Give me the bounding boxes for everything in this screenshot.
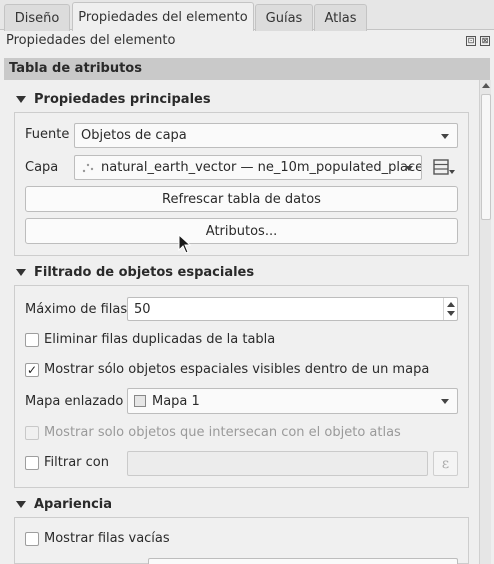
collapse-arrow-icon: [16, 268, 26, 276]
appearance-partial-field[interactable]: [148, 558, 458, 564]
tab-propiedades-elemento[interactable]: Propiedades del elemento: [72, 2, 254, 31]
linked-map-select[interactable]: Mapa 1: [127, 388, 458, 414]
filter-expression-field[interactable]: [127, 451, 428, 476]
show-visible-checkbox[interactable]: ✓: [25, 363, 39, 377]
group-title: Filtrado de objetos espaciales: [34, 264, 255, 280]
tab-label: Propiedades del elemento: [78, 9, 248, 25]
max-rows-value: 50: [134, 302, 151, 317]
map-item-icon: [134, 395, 146, 407]
layer-options-icon[interactable]: [430, 156, 458, 180]
linked-map-value: Mapa 1: [152, 393, 200, 409]
layer-select[interactable]: natural_earth_vector — ne_10m_populated_…: [74, 155, 422, 180]
tab-atlas[interactable]: Atlas: [314, 4, 367, 31]
max-rows-spinbox[interactable]: 50: [127, 297, 458, 321]
intersect-atlas-label: Mostrar solo objetos que intersecan con …: [44, 425, 401, 440]
dock-title: Propiedades del elemento: [6, 33, 176, 48]
remove-duplicates-label: Eliminar filas duplicadas de la tabla: [44, 332, 276, 347]
source-value: Objetos de capa: [81, 128, 187, 143]
layer-label: Capa: [25, 160, 59, 175]
checkmark-icon: ✓: [26, 363, 38, 377]
group-main-properties-header[interactable]: Propiedades principales: [14, 90, 211, 108]
chevron-down-icon: [441, 133, 449, 139]
close-dock-icon[interactable]: ⊠: [480, 36, 490, 46]
source-select[interactable]: Objetos de capa: [74, 123, 458, 148]
max-rows-label: Máximo de filas: [25, 302, 128, 317]
show-empty-rows-checkbox[interactable]: [25, 532, 39, 546]
vertical-scrollbar[interactable]: [479, 80, 491, 564]
layer-value: natural_earth_vector — ne_10m_populated_…: [101, 160, 421, 175]
epsilon-icon: ε: [441, 455, 450, 472]
spin-up-icon[interactable]: [447, 302, 455, 307]
tab-label: Atlas: [324, 10, 357, 26]
point-layer-icon: [82, 163, 94, 172]
expression-builder-button[interactable]: ε: [433, 451, 458, 476]
spin-arrows[interactable]: [443, 298, 457, 320]
tab-label: Diseño: [14, 10, 60, 26]
group-title: Propiedades principales: [34, 91, 211, 107]
intersect-atlas-checkbox[interactable]: [25, 426, 39, 440]
chevron-down-icon: [441, 399, 449, 404]
source-label: Fuente: [25, 127, 70, 142]
collapse-arrow-icon: [16, 500, 26, 508]
attributes-button[interactable]: Atributos...: [25, 218, 458, 244]
mouse-cursor-icon: [178, 234, 192, 254]
spin-down-icon[interactable]: [447, 311, 455, 316]
filter-with-label: Filtrar con: [44, 455, 109, 470]
tab-guias[interactable]: Guías: [255, 4, 313, 31]
group-title: Apariencia: [34, 496, 113, 512]
float-dock-icon[interactable]: ⊡: [466, 36, 476, 46]
chevron-down-icon: [405, 165, 413, 171]
tab-label: Guías: [265, 10, 303, 26]
refresh-table-button[interactable]: Refrescar tabla de datos: [25, 186, 458, 212]
group-appearance-header[interactable]: Apariencia: [14, 495, 112, 513]
scrollbar-thumb[interactable]: [481, 94, 491, 220]
filter-with-checkbox[interactable]: [25, 456, 39, 470]
linked-map-label: Mapa enlazado: [25, 394, 124, 409]
remove-duplicates-checkbox[interactable]: [25, 333, 39, 347]
group-filtering-header[interactable]: Filtrado de objetos espaciales: [14, 263, 254, 281]
section-header: Tabla de atributos: [4, 58, 490, 80]
tab-diseno[interactable]: Diseño: [4, 4, 70, 31]
show-empty-rows-label: Mostrar filas vacías: [44, 531, 170, 546]
scroll-up-icon[interactable]: [482, 83, 490, 88]
collapse-arrow-icon: [16, 95, 26, 103]
show-visible-label: Mostrar sólo objetos espaciales visibles…: [44, 362, 430, 377]
